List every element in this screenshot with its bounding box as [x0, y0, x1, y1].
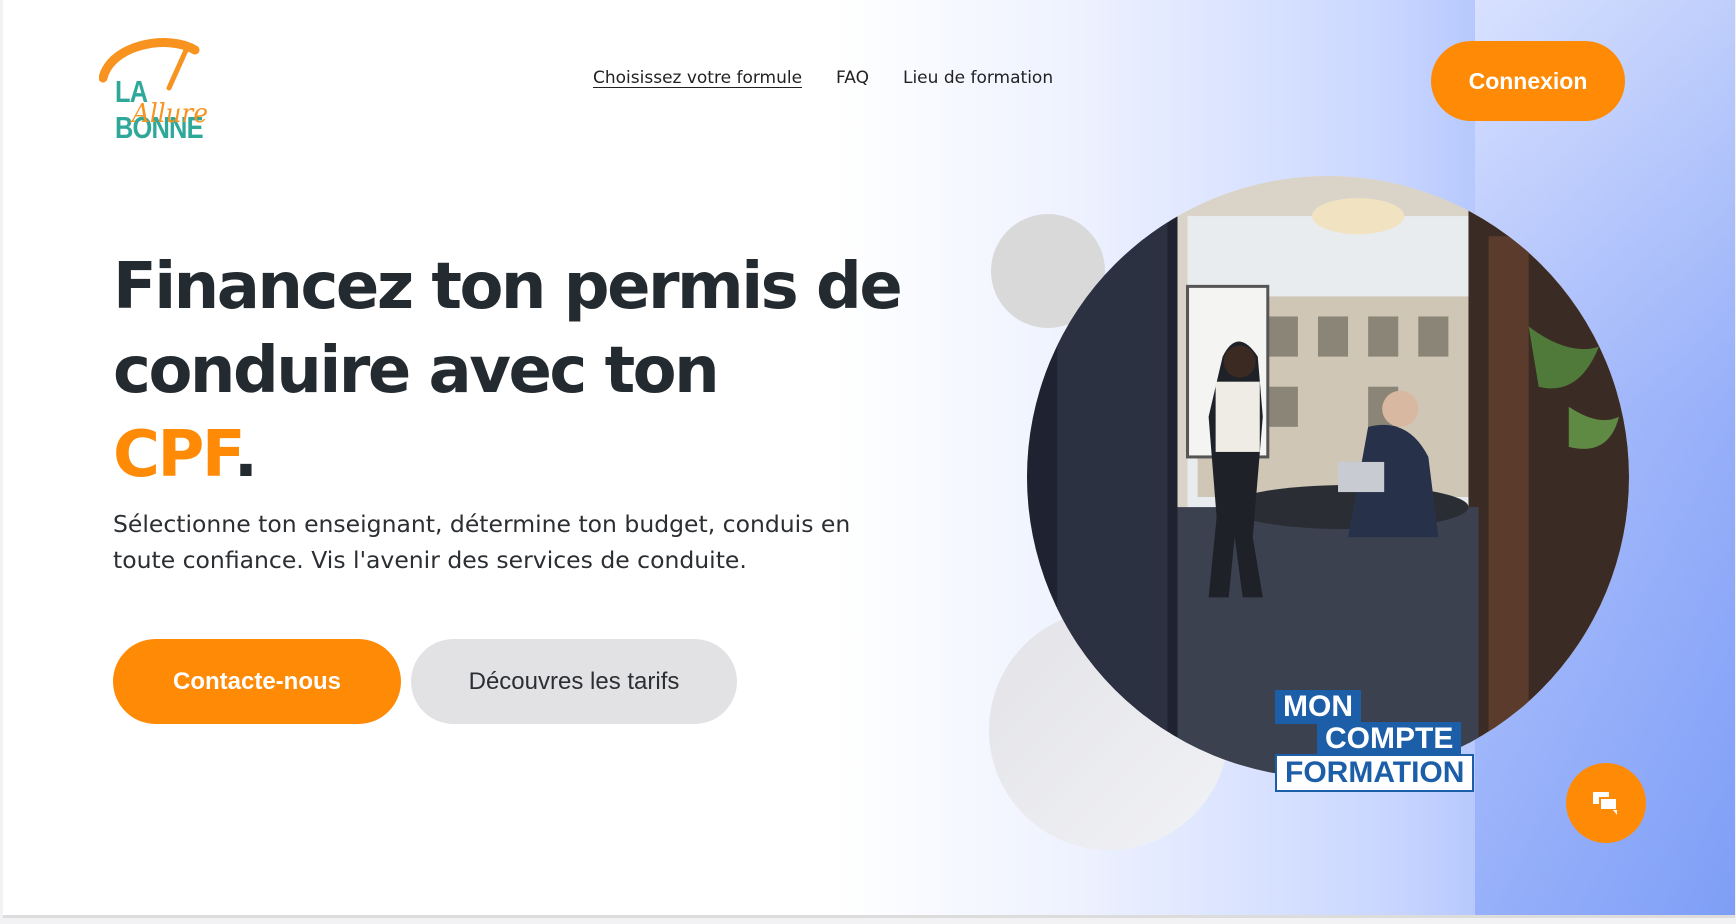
hero-title: Financez ton permis de conduire avec ton…: [113, 245, 913, 497]
main-nav: Choisissez votre formule FAQ Lieu de for…: [593, 68, 1087, 88]
nav-link-lieu[interactable]: Lieu de formation: [903, 68, 1053, 88]
hero-title-accent: CPF: [113, 418, 236, 492]
chat-bubbles-icon: [1593, 792, 1618, 815]
hero-title-line2: conduire avec ton: [113, 334, 720, 408]
nav-link-formule[interactable]: Choisissez votre formule: [593, 68, 802, 88]
hero-subtitle: Sélectionne ton enseignant, détermine to…: [113, 510, 851, 574]
brand-logo[interactable]: LA BONNE Allure: [99, 34, 249, 145]
landing-page: LA BONNE Allure Choisissez votre formule…: [3, 0, 1735, 918]
office-meeting-image: [1027, 176, 1629, 778]
pricing-button[interactable]: Découvres les tarifs: [411, 639, 737, 724]
mon-compte-formation-badge: MON COMPTE FORMATION: [1275, 690, 1475, 792]
contact-button[interactable]: Contacte-nous: [113, 639, 401, 724]
hero-title-end: .: [233, 418, 258, 492]
badge-line-1: MON: [1275, 690, 1361, 724]
logo-text-bottom: Allure: [132, 99, 208, 129]
login-button[interactable]: Connexion: [1431, 41, 1625, 121]
hero-photo: [1027, 176, 1629, 778]
chat-button[interactable]: [1566, 763, 1646, 843]
badge-line-3: FORMATION: [1275, 754, 1475, 792]
badge-line-2: COMPTE: [1317, 722, 1462, 756]
nav-link-faq[interactable]: FAQ: [836, 68, 869, 88]
hero-title-line1: Financez ton permis de: [113, 250, 903, 324]
